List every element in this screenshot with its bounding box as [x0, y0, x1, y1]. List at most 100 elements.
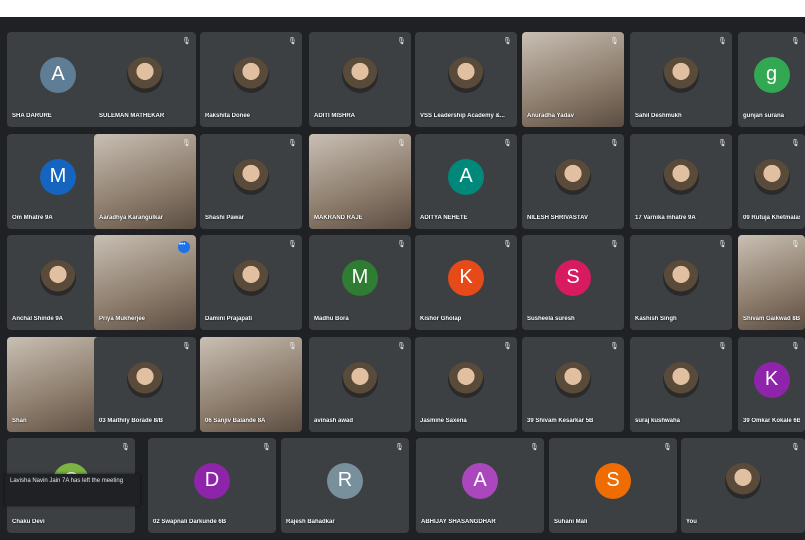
participant-name: 39 Shivam Kesarkar 5B	[527, 418, 594, 424]
avatar	[127, 56, 163, 93]
participant-tile[interactable]: 🎙 17 Varnika mhatre 9A	[630, 134, 732, 229]
mic-off-icon: 🎙	[791, 38, 800, 45]
participant-tile[interactable]: 🎙 NILESH SHRIVASTAV	[522, 134, 624, 229]
participant-name: gunjan surana	[743, 113, 785, 119]
avatar: A	[448, 158, 484, 195]
mic-off-icon: 🎙	[718, 241, 727, 248]
meeting-grid: A 🎙 SHA DARURE 🎙 SULEMAN MATHEKAR 🎙 Rakshita D…	[0, 17, 805, 540]
avatar: R	[327, 462, 363, 499]
mic-off-icon: 🎙	[182, 343, 191, 350]
participant-tile[interactable]: 🎙 Anuradha Yadav	[522, 32, 624, 127]
mic-off-icon: 🎙	[288, 38, 297, 45]
top-strip	[0, 0, 805, 17]
participant-name: Priya Mukherjee	[99, 316, 146, 322]
participant-tile[interactable]: 🎙 Kashish Singh	[630, 235, 732, 330]
participant-name: SHA DARURE	[12, 113, 52, 119]
mic-off-icon: 🎙	[610, 241, 619, 248]
participant-tile[interactable]: R 🎙 Rajesh Bahadkar	[281, 438, 409, 533]
avatar: K	[448, 259, 484, 296]
participant-tile[interactable]: 🎙 Jasmine Saxena	[415, 337, 517, 432]
participant-name: 39 Omkar Kokale 6B	[743, 418, 800, 424]
participant-name: Madhu Bora	[314, 316, 349, 322]
participant-tile[interactable]: 🎙 ADITI MISHRA	[309, 32, 411, 127]
avatar	[233, 56, 269, 93]
mic-off-icon: 🎙	[718, 140, 727, 147]
participant-name: MAKRAND RAJE	[314, 215, 363, 221]
notification-toast: Lavisha Navin Jain 7A has left the meeti…	[5, 474, 140, 506]
mic-off-icon: 🎙	[397, 343, 406, 350]
participant-name: Suhani Mali	[554, 519, 588, 525]
participant-name: Jasmine Saxena	[420, 418, 467, 424]
participant-tile[interactable]: 🎙 SULEMAN MATHEKAR	[94, 32, 196, 127]
avatar: D	[194, 462, 230, 499]
mic-off-icon: 🎙	[397, 140, 406, 147]
mic-off-icon: 🎙	[663, 444, 672, 451]
participant-name: Anuradha Yadav	[527, 113, 574, 119]
participant-name: 17 Varnika mhatre 9A	[635, 215, 696, 221]
avatar	[448, 56, 484, 93]
avatar: M	[40, 158, 76, 195]
mic-off-icon: 🎙	[503, 241, 512, 248]
participant-tile[interactable]: M 🎙 Madhu Bora	[309, 235, 411, 330]
avatar: S	[595, 462, 631, 499]
participant-tile[interactable]: 🎙 Damini Prajapati	[200, 235, 302, 330]
participant-tile[interactable]: 🎙 Sahil Deshmukh	[630, 32, 732, 127]
participant-tile[interactable]: A 🎙 ABHIJAY SHASANGDHAR	[416, 438, 544, 533]
participant-name: ADITYA NEHETE	[420, 215, 468, 221]
mic-off-icon: 🎙	[610, 38, 619, 45]
participant-tile[interactable]: S 🎙 Suhani Mali	[549, 438, 677, 533]
mic-off-icon: 🎙	[288, 241, 297, 248]
mic-off-icon: 🎙	[503, 343, 512, 350]
participant-name: NILESH SHRIVASTAV	[527, 215, 589, 221]
participant-name: ADITI MISHRA	[314, 113, 355, 119]
participant-tile[interactable]: 🎙 39 Shivam Kesarkar 5B	[522, 337, 624, 432]
participant-tile[interactable]: K 🎙 Kishor Gholap	[415, 235, 517, 330]
participant-name: Sahil Deshmukh	[635, 113, 682, 119]
mic-off-icon: 🎙	[395, 444, 404, 451]
avatar	[40, 259, 76, 296]
participant-name: 02 Swapnali Darkunde 6B	[153, 519, 227, 525]
participant-tile[interactable]: S 🎙 Susheela suresh	[522, 235, 624, 330]
participant-name: Shan	[12, 418, 27, 424]
participant-name: Damini Prajapati	[205, 316, 253, 322]
participant-tile[interactable]: 🎙 suraj kushwaha	[630, 337, 732, 432]
participant-name: Kishor Gholap	[420, 316, 462, 322]
avatar: K	[753, 361, 790, 398]
mic-off-icon: 🎙	[791, 140, 800, 147]
avatar	[663, 56, 699, 93]
participant-name: Rajesh Bahadkar	[286, 519, 335, 525]
mic-off-icon: 🎙	[182, 38, 191, 45]
participant-tile[interactable]: K 🎙 39 Omkar Kokale 6B	[738, 337, 805, 432]
participant-name: Shashi Pawar	[205, 215, 245, 221]
avatar	[127, 361, 163, 398]
participant-name: You	[686, 519, 697, 525]
participant-tile[interactable]: 🎙 06 Sanjiv Balande 8A	[200, 337, 302, 432]
participant-name: Susheela suresh	[527, 316, 575, 322]
participant-tile[interactable]: 🎙 Shivam Gaikwad 8B	[738, 235, 805, 330]
avatar	[233, 158, 269, 195]
avatar: A	[40, 56, 76, 93]
speaking-indicator-icon	[178, 241, 190, 253]
participant-tile[interactable]: 🎙 Aaradhya Karangulkar	[94, 134, 196, 229]
participant-name: Om Mhatre 9A	[12, 215, 53, 221]
participant-tile[interactable]: Priya Mukherjee	[94, 235, 196, 330]
participant-name: Kashish Singh	[635, 316, 677, 322]
avatar: S	[555, 259, 591, 296]
participant-tile[interactable]: 🎙 Rakshita Donee	[200, 32, 302, 127]
participant-tile[interactable]: A 🎙 ADITYA NEHETE	[415, 134, 517, 229]
participant-tile[interactable]: 🎙 09 Rutuja Khetmalas	[738, 134, 805, 229]
participant-tile[interactable]: g 🎙 gunjan surana	[738, 32, 805, 127]
participant-tile[interactable]: 🎙 VSS Leadership Academy &...	[415, 32, 517, 127]
participant-tile[interactable]: D 🎙 02 Swapnali Darkunde 6B	[148, 438, 276, 533]
participant-tile[interactable]: 🎙 Shashi Pawar	[200, 134, 302, 229]
participant-tile[interactable]: 🎙 MAKRAND RAJE	[309, 134, 411, 229]
avatar	[663, 361, 699, 398]
mic-off-icon: 🎙	[288, 343, 297, 350]
participant-tile[interactable]: 🎙 avinash awad	[309, 337, 411, 432]
participant-name: SULEMAN MATHEKAR	[99, 113, 165, 119]
participant-tile[interactable]: 🎙 03 Maithily Borade 8/B	[94, 337, 196, 432]
participant-name: Rakshita Donee	[205, 113, 251, 119]
avatar: A	[462, 462, 498, 499]
mic-off-icon: 🎙	[397, 38, 406, 45]
participant-tile[interactable]: 🎙 You	[681, 438, 805, 533]
